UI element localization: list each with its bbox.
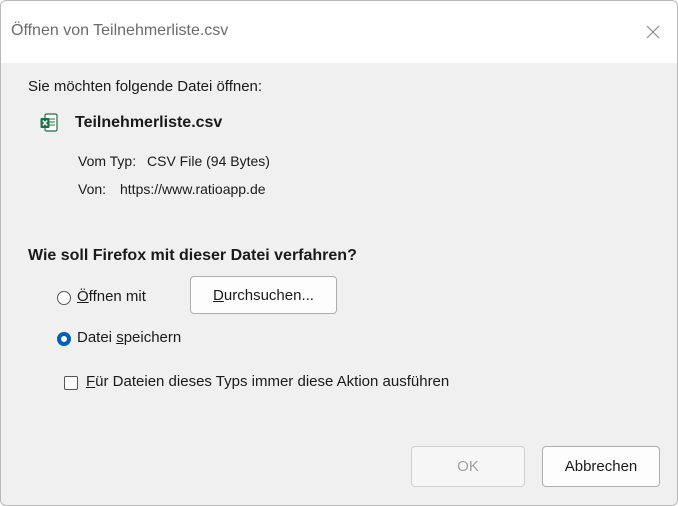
title-bar: Öffnen von Teilnehmerliste.csv — [1, 1, 677, 63]
save-file-label[interactable]: Datei speichern — [77, 329, 181, 346]
window-title: Öffnen von Teilnehmerliste.csv — [11, 22, 229, 39]
csv-file-icon — [40, 113, 58, 132]
close-button[interactable] — [635, 14, 671, 50]
file-source-value: https://www.ratioapp.de — [120, 181, 266, 197]
save-file-radio[interactable] — [57, 332, 71, 346]
always-action-label[interactable]: Für Dateien dieses Typs immer diese Akti… — [86, 373, 449, 390]
open-with-label[interactable]: Öffnen mit — [77, 288, 146, 305]
file-type-value: CSV File (94 Bytes) — [147, 153, 270, 169]
open-with-radio[interactable] — [57, 291, 71, 305]
file-type-label: Vom Typ: — [78, 153, 137, 169]
file-source-label: Von: — [78, 181, 107, 197]
download-dialog: Öffnen von Teilnehmerliste.csv Sie möcht… — [0, 0, 678, 506]
close-icon — [646, 25, 660, 39]
always-action-checkbox[interactable] — [64, 376, 78, 390]
file-name: Teilnehmerliste.csv — [75, 114, 223, 131]
action-question: Wie soll Firefox mit dieser Datei verfah… — [28, 247, 357, 264]
cancel-button[interactable]: Abbrechen — [542, 446, 660, 487]
ok-button[interactable]: OK — [411, 446, 525, 487]
dialog-heading: Sie möchten folgende Datei öffnen: — [28, 78, 263, 95]
browse-button[interactable]: Durchsuchen... — [190, 276, 337, 314]
